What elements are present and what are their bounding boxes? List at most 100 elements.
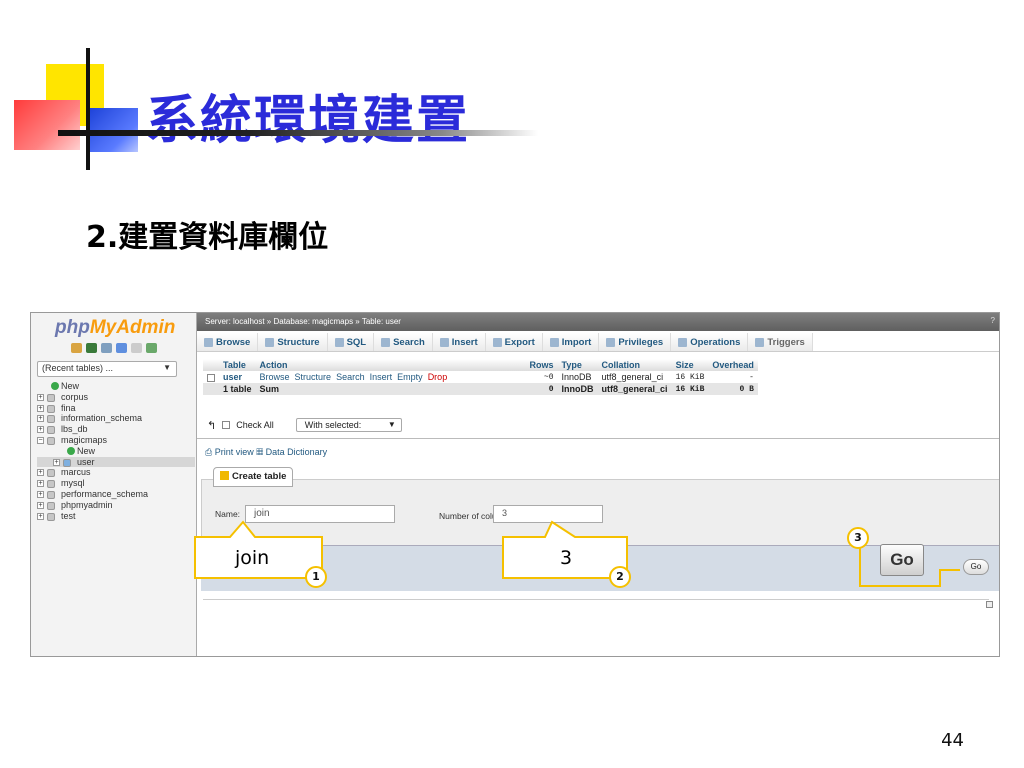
expand-icon[interactable]: + (37, 415, 44, 423)
empty-action[interactable]: Empty (397, 372, 423, 382)
expand-icon[interactable]: + (53, 458, 60, 466)
documentation-icon[interactable] (131, 343, 142, 353)
browse-action[interactable]: Browse (260, 372, 290, 382)
reload-icon[interactable] (146, 343, 157, 353)
rows-value: ~0 (525, 371, 558, 383)
go-button[interactable]: Go (963, 559, 989, 575)
help-icon[interactable] (116, 343, 127, 353)
callout-1-text: join (235, 547, 270, 569)
tab-export[interactable]: Export (485, 333, 543, 351)
header-table[interactable]: Table (219, 359, 256, 371)
search-icon (381, 337, 391, 347)
name-label: Name: (215, 509, 241, 519)
with-selected-select[interactable]: With selected: ▼ (295, 418, 402, 432)
home-icon[interactable] (71, 343, 82, 353)
tab-sql[interactable]: SQL (327, 333, 375, 351)
tree-item-new-table[interactable]: New (37, 446, 195, 457)
exit-icon[interactable] (101, 343, 112, 353)
sql-icon (334, 337, 344, 347)
help-icon[interactable]: ? (991, 316, 995, 325)
table-name-input[interactable]: join (245, 505, 395, 523)
sum-overhead: 0 B (708, 383, 758, 395)
size-value[interactable]: 16 KiB (671, 371, 709, 383)
tree-item-information-schema[interactable]: + information_schema (37, 413, 195, 424)
tab-label: SQL (346, 336, 367, 348)
expand-icon[interactable]: + (37, 404, 44, 412)
sum-rows: 0 (525, 383, 558, 395)
step-badge-3: 3 (847, 527, 869, 549)
tree-item-label: test (61, 510, 76, 521)
tree-item-marcus[interactable]: + marcus (37, 467, 195, 478)
recent-tables-select[interactable]: (Recent tables) ... ▼ (37, 361, 177, 377)
tree-item-corpus[interactable]: + corpus (37, 392, 195, 403)
type-value: InnoDB (557, 371, 598, 383)
tab-structure[interactable]: Structure (258, 333, 328, 351)
tab-search[interactable]: Search (374, 333, 433, 351)
expand-icon[interactable]: + (37, 490, 44, 498)
drop-action[interactable]: Drop (428, 372, 448, 382)
expand-icon[interactable]: + (37, 426, 44, 434)
minimize-icon[interactable] (986, 601, 993, 608)
table-sum-row: 1 table Sum 0 InnoDB utf8_general_ci 16 … (203, 383, 758, 395)
row-checkbox[interactable] (207, 373, 215, 382)
tab-insert[interactable]: Insert (432, 333, 486, 351)
expand-icon[interactable]: + (37, 512, 44, 520)
insert-action[interactable]: Insert (370, 372, 393, 382)
new-icon (51, 382, 59, 390)
tab-label: Structure (277, 336, 320, 348)
columns-count-input[interactable]: 3 (493, 505, 603, 523)
export-icon (492, 337, 502, 347)
tab-operations[interactable]: Operations (671, 333, 749, 351)
tree-item-phpmyadmin[interactable]: + phpmyadmin (37, 500, 195, 511)
tree-item-label: fina (61, 402, 76, 413)
expand-icon[interactable]: + (37, 393, 44, 401)
header-collation[interactable]: Collation (597, 359, 672, 371)
page-number: 44 (941, 730, 964, 751)
header-size[interactable]: Size (671, 359, 709, 371)
tree-item-label: phpmyadmin (61, 499, 113, 510)
tab-label: Operations (690, 336, 741, 348)
table-header-row: Table Action Rows Type Collation Size Ov… (203, 359, 758, 371)
breadcrumb-text[interactable]: Server: localhost » Database: magicmaps … (205, 317, 401, 326)
create-table-title: Create table (232, 471, 287, 482)
nav-icon-bar (71, 343, 157, 353)
tables-table: Table Action Rows Type Collation Size Ov… (203, 359, 758, 395)
data-dictionary-link[interactable]: Data Dictionary (266, 447, 328, 457)
tab-label: Triggers (767, 336, 805, 348)
table-name-link[interactable]: user (219, 371, 256, 383)
tree-item-new[interactable]: New (37, 381, 195, 392)
collapse-icon[interactable]: − (37, 436, 44, 444)
tree-item-label: magicmaps (61, 434, 108, 445)
database-icon (47, 436, 55, 445)
tab-browse[interactable]: Browse (197, 333, 259, 351)
tab-privileges[interactable]: Privileges (599, 333, 672, 351)
tab-triggers[interactable]: Triggers (748, 333, 813, 351)
tree-item-user[interactable]: + user (37, 456, 195, 468)
tab-label: Search (393, 336, 425, 348)
tab-import[interactable]: Import (542, 333, 600, 351)
go-button-zoomed[interactable]: Go (880, 544, 924, 576)
sql-query-icon[interactable] (86, 343, 97, 353)
search-action[interactable]: Search (336, 372, 365, 382)
check-all-label[interactable]: Check All (236, 420, 274, 430)
tree-item-test[interactable]: + test (37, 511, 195, 522)
print-view-link[interactable]: Print view (215, 447, 254, 457)
expand-icon[interactable]: + (37, 501, 44, 509)
tree-item-lbs-db[interactable]: + lbs_db (37, 424, 195, 435)
tree-item-fina[interactable]: + fina (37, 403, 195, 414)
header-overhead[interactable]: Overhead (708, 359, 758, 371)
structure-action[interactable]: Structure (295, 372, 332, 382)
expand-icon[interactable]: + (37, 480, 44, 488)
header-type[interactable]: Type (557, 359, 598, 371)
check-all-bar: ↰ Check All With selected: ▼ (207, 418, 402, 432)
phpmyadmin-logo[interactable]: phpMyAdmin (55, 317, 175, 339)
chevron-down-icon: ▼ (163, 363, 171, 372)
tree-item-performance-schema[interactable]: + performance_schema (37, 489, 195, 500)
check-all-checkbox[interactable] (222, 421, 231, 429)
header-rows[interactable]: Rows (525, 359, 558, 371)
tree-item-mysql[interactable]: + mysql (37, 478, 195, 489)
database-icon (47, 469, 55, 478)
recent-tables-label: (Recent tables) ... (42, 363, 114, 373)
tree-item-magicmaps[interactable]: − magicmaps (37, 435, 195, 446)
expand-icon[interactable]: + (37, 469, 44, 477)
